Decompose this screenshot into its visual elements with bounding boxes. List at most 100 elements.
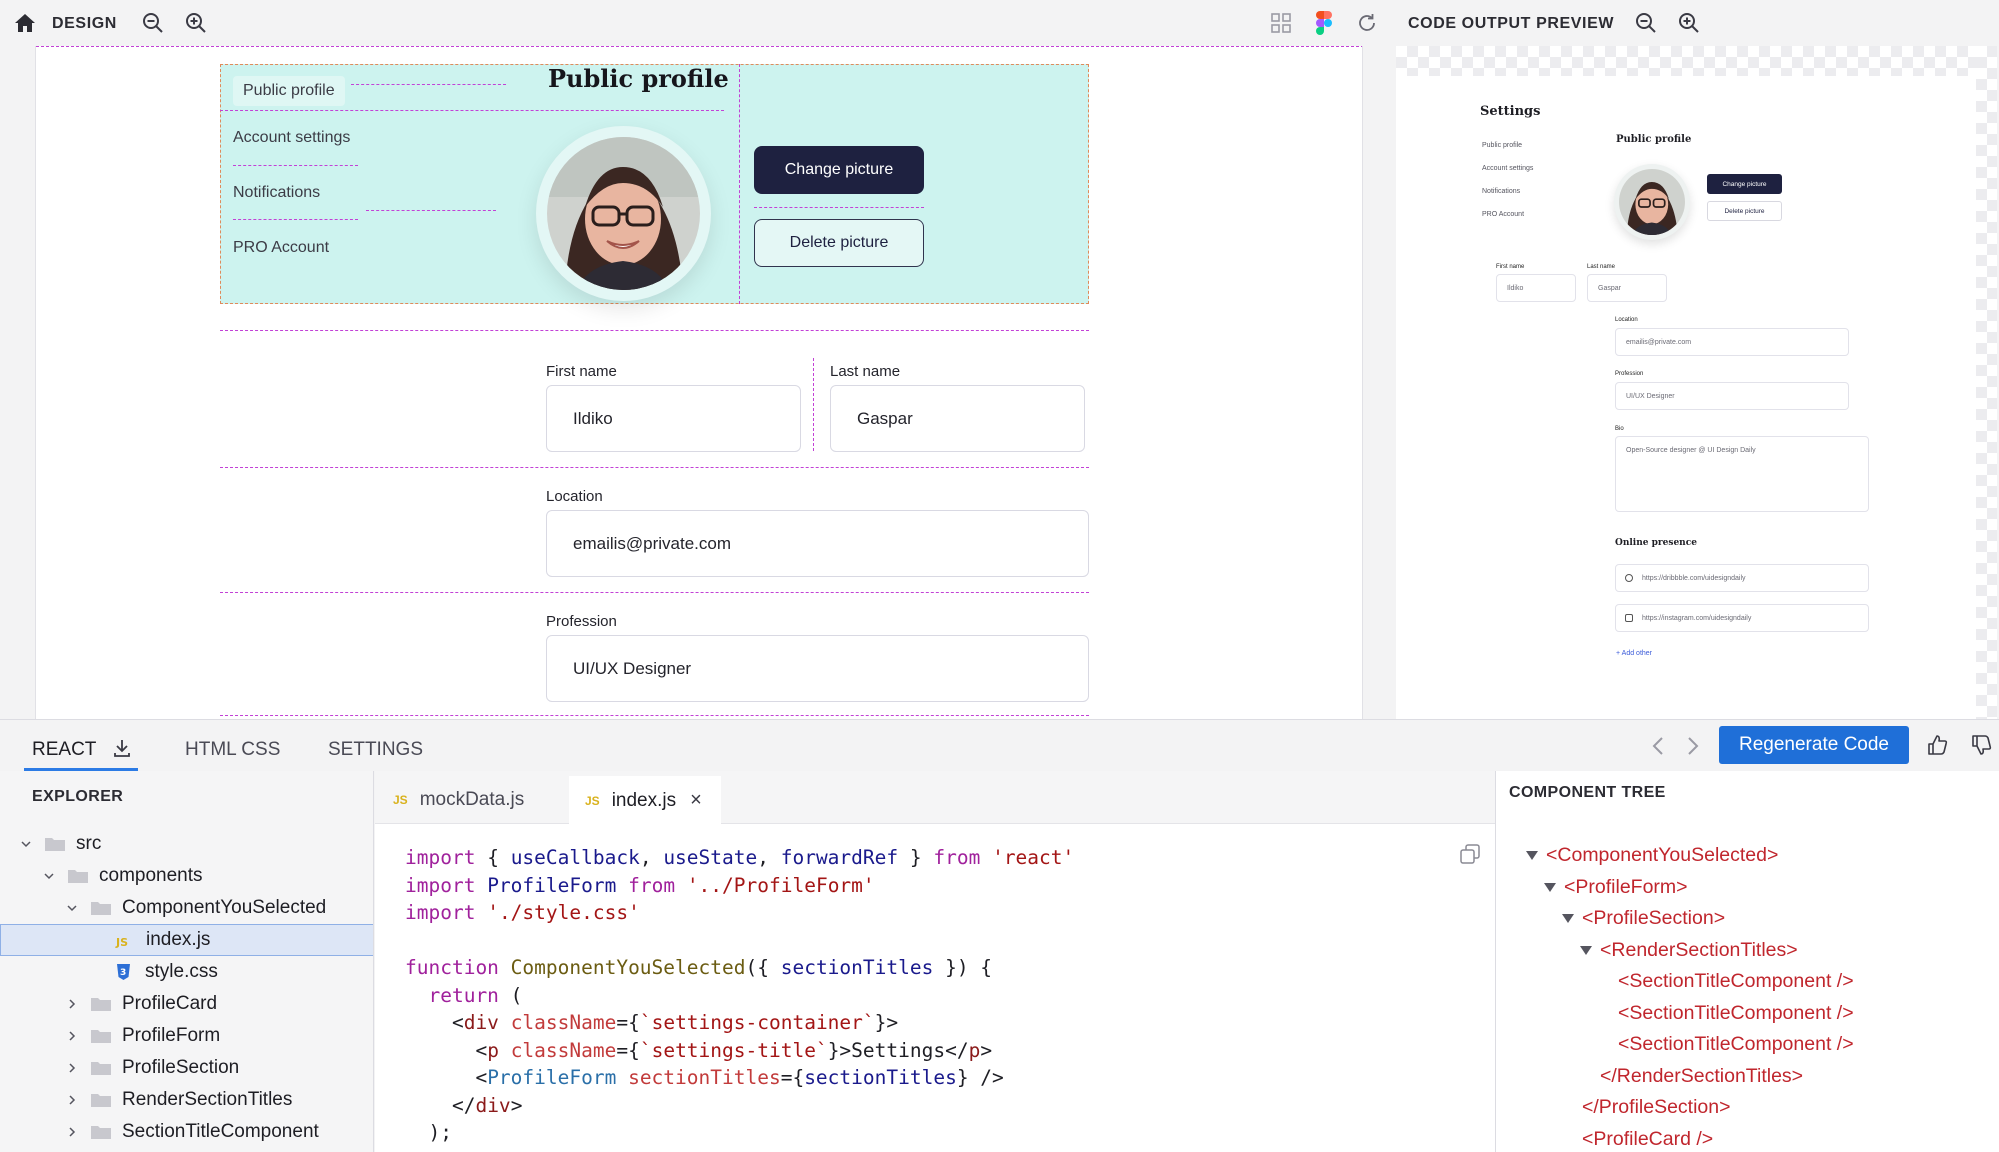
avatar[interactable] [547, 137, 700, 290]
preview-sidebar-item[interactable]: Public profile [1482, 142, 1522, 149]
component-tree-node[interactable]: <SectionTitleComponent /> [1598, 970, 1854, 993]
explorer-item[interactable]: ProfileCard [0, 988, 373, 1020]
sidebar-item-pro-account[interactable]: PRO Account [233, 239, 329, 257]
explorer-item[interactable]: src [0, 828, 373, 860]
explorer-item[interactable]: components [0, 860, 373, 892]
editor-tab-mockdata[interactable]: JS mockData.js [375, 776, 568, 824]
close-icon[interactable]: × [690, 789, 702, 812]
guide-line [220, 715, 1089, 716]
preview-location-field[interactable]: emailis@private.com [1615, 328, 1849, 356]
component-tree-node[interactable]: <SectionTitleComponent /> [1598, 1033, 1854, 1056]
sidebar-item-account-settings[interactable]: Account settings [233, 129, 350, 147]
caret-down-icon[interactable] [1580, 945, 1592, 955]
explorer-item[interactable]: ComponentYouSelected [0, 892, 373, 924]
explorer-item[interactable]: JS index.js [0, 924, 373, 956]
folder-icon [90, 1124, 112, 1140]
chevron-down-icon[interactable] [66, 902, 78, 914]
explorer-item[interactable]: ProfileSection [0, 1052, 373, 1084]
preview-zoom-in-icon[interactable] [1674, 8, 1704, 38]
code-token: forwardRef [780, 846, 899, 869]
zoom-out-icon[interactable] [138, 8, 168, 38]
last-name-field[interactable]: Gaspar [830, 385, 1085, 452]
tab-settings[interactable]: SETTINGS [328, 739, 423, 761]
caret-down-icon[interactable] [1562, 914, 1574, 923]
component-tree-node[interactable]: </ProfileSection> [1562, 1096, 1731, 1119]
code-token: }>Settings</ [827, 1038, 969, 1062]
component-tree-panel: COMPONENT TREE <ComponentYouSelected> <Pr… [1495, 771, 1999, 1152]
component-tree-node[interactable]: <ComponentYouSelected> [1526, 844, 1778, 867]
caret-down-icon[interactable] [1526, 851, 1538, 860]
preview-profession-field[interactable]: UI/UX Designer [1615, 382, 1849, 410]
code-token: import [405, 846, 476, 869]
component-tree-node[interactable]: <ProfileCard /> [1562, 1128, 1713, 1151]
component-tree-node[interactable]: <ProfileForm> [1544, 876, 1688, 899]
copy-icon[interactable] [1455, 839, 1485, 869]
preview-add-other-link[interactable]: + Add other [1616, 650, 1652, 657]
caret-down-icon[interactable] [1544, 882, 1556, 892]
code-content[interactable]: import { useCallback, useState, forwardR… [405, 844, 1074, 1147]
chevron-right-icon[interactable] [66, 998, 78, 1010]
preview-sidebar-item[interactable]: Notifications [1482, 188, 1520, 195]
preview-sidebar-item[interactable]: PRO Account [1482, 211, 1524, 218]
delete-picture-button[interactable]: Delete picture [754, 219, 924, 267]
figma-icon[interactable] [1309, 8, 1339, 38]
download-icon[interactable] [107, 733, 137, 763]
preview-link-field-instagram[interactable]: https://instagram.com/uidesigndaily [1615, 604, 1869, 632]
sidebar-item-notifications[interactable]: Notifications [233, 184, 320, 202]
profession-field[interactable]: UI/UX Designer [546, 635, 1089, 702]
regenerate-code-button[interactable]: Regenerate Code [1719, 726, 1909, 764]
code-output-preview[interactable]: Settings Public profile Account settings… [1396, 46, 1997, 719]
design-canvas[interactable]: Public profile Public profile Account se… [35, 46, 1363, 719]
chevron-down-icon[interactable] [43, 870, 55, 882]
zoom-in-icon[interactable] [181, 8, 211, 38]
home-icon[interactable] [10, 8, 40, 38]
preview-change-picture-button[interactable]: Change picture [1707, 174, 1782, 194]
component-tree-node[interactable]: <ProfileSection> [1562, 907, 1725, 930]
chevron-right-icon[interactable] [66, 1094, 78, 1106]
folder-icon [90, 900, 112, 916]
sidebar-item-public-profile[interactable]: Public profile [233, 76, 345, 106]
component-tree-node[interactable]: <RenderSectionTitles> [1580, 939, 1798, 962]
thumbs-down-icon[interactable] [1966, 730, 1996, 760]
chevron-right-icon[interactable] [66, 1062, 78, 1074]
preview-zoom-out-icon[interactable] [1631, 8, 1661, 38]
chevron-down-icon[interactable] [20, 838, 32, 850]
tab-react[interactable]: REACT [32, 739, 96, 761]
thumbs-up-icon[interactable] [1922, 730, 1952, 760]
folder-icon [44, 836, 66, 852]
tab-html-css[interactable]: HTML CSS [185, 739, 280, 761]
editor-tab-index[interactable]: JS index.js × [569, 776, 721, 825]
explorer-item[interactable]: 3 style.css [0, 956, 373, 988]
first-name-field[interactable]: Ildiko [546, 385, 801, 452]
location-field[interactable]: emailis@private.com [546, 510, 1089, 577]
component-tree-node[interactable]: <SectionTitleComponent /> [1598, 1002, 1854, 1025]
explorer-item[interactable]: RenderSectionTitles [0, 1084, 373, 1116]
code-line: import ProfileForm from '../ProfileForm' [405, 872, 1074, 900]
explorer-item[interactable]: SocialProfile [0, 1148, 373, 1152]
code-token: div [475, 1093, 511, 1117]
instagram-icon [1625, 614, 1633, 622]
explorer-item[interactable]: SectionTitleComponent [0, 1116, 373, 1148]
preview-sidebar-item[interactable]: Account settings [1482, 165, 1533, 172]
code-token: > [510, 1093, 523, 1117]
preview-bio-field[interactable]: Open-Source designer @ UI Design Daily [1615, 436, 1869, 512]
preview-last-name-field[interactable]: Gaspar [1587, 274, 1667, 302]
code-token: { [475, 846, 511, 869]
code-editor[interactable]: JS mockData.js JS index.js × import { us… [375, 771, 1495, 1152]
chevron-right-icon[interactable] [1678, 731, 1708, 761]
guide-line [351, 84, 506, 85]
code-token: ({ [745, 956, 781, 979]
chevron-right-icon[interactable] [66, 1126, 78, 1138]
preview-delete-picture-button[interactable]: Delete picture [1707, 201, 1782, 221]
change-picture-button[interactable]: Change picture [754, 146, 924, 194]
code-line: import './style.css' [405, 899, 1074, 927]
explorer-item[interactable]: ProfileForm [0, 1020, 373, 1052]
chevron-right-icon[interactable] [66, 1030, 78, 1042]
grid-view-icon[interactable] [1266, 8, 1296, 38]
refresh-icon[interactable] [1352, 8, 1382, 38]
preview-link-field-dribbble[interactable]: https://dribbble.com/uidesigndaily [1615, 564, 1869, 592]
component-tree-node[interactable]: </RenderSectionTitles> [1580, 1065, 1803, 1088]
preview-first-name-field[interactable]: Ildiko [1496, 274, 1576, 302]
chevron-left-icon[interactable] [1643, 731, 1673, 761]
